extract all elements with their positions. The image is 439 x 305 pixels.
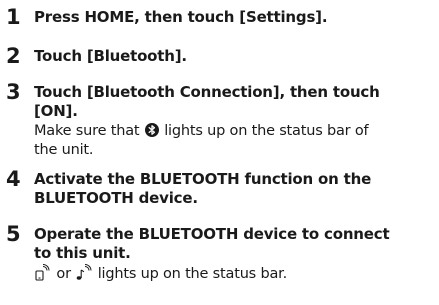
step-instruction-line-1: Activate the BLUETOOTH function on the	[34, 170, 372, 188]
instruction-page: 1 Press HOME, then touch [Settings]. 2 T…	[0, 0, 439, 305]
step-number: 4	[6, 167, 21, 191]
bluetooth-phone-audio-icon	[34, 264, 52, 281]
step-note-line-1: Make sure that lights up on the status b…	[34, 122, 434, 141]
step-instruction-line-2: BLUETOOTH device.	[34, 189, 198, 207]
bluetooth-icon	[144, 123, 159, 137]
step-number: 1	[6, 5, 21, 29]
step-instruction-line-2: [ON].	[34, 102, 78, 120]
step-number: 2	[6, 44, 21, 68]
step-note: or lights up on the status bar.	[34, 264, 434, 284]
step-number: 3	[6, 80, 21, 104]
step-instruction: Touch [Bluetooth].	[34, 47, 187, 65]
step-instruction-line-2: to this unit.	[34, 244, 131, 262]
step-number: 5	[6, 222, 21, 246]
note-text: Make sure that	[34, 123, 140, 139]
bluetooth-music-audio-icon	[75, 264, 93, 281]
note-text: lights up on the status bar of	[164, 123, 369, 139]
note-text: lights up on the status bar.	[97, 266, 287, 282]
step-note-line-2: the unit.	[34, 142, 94, 158]
step-instruction: Press HOME, then touch [Settings].	[34, 8, 328, 26]
note-text: or	[56, 266, 71, 282]
step-instruction-line-1: Touch [Bluetooth Connection], then touch	[34, 83, 380, 101]
step-instruction-line-1: Operate the BLUETOOTH device to connect	[34, 225, 390, 243]
